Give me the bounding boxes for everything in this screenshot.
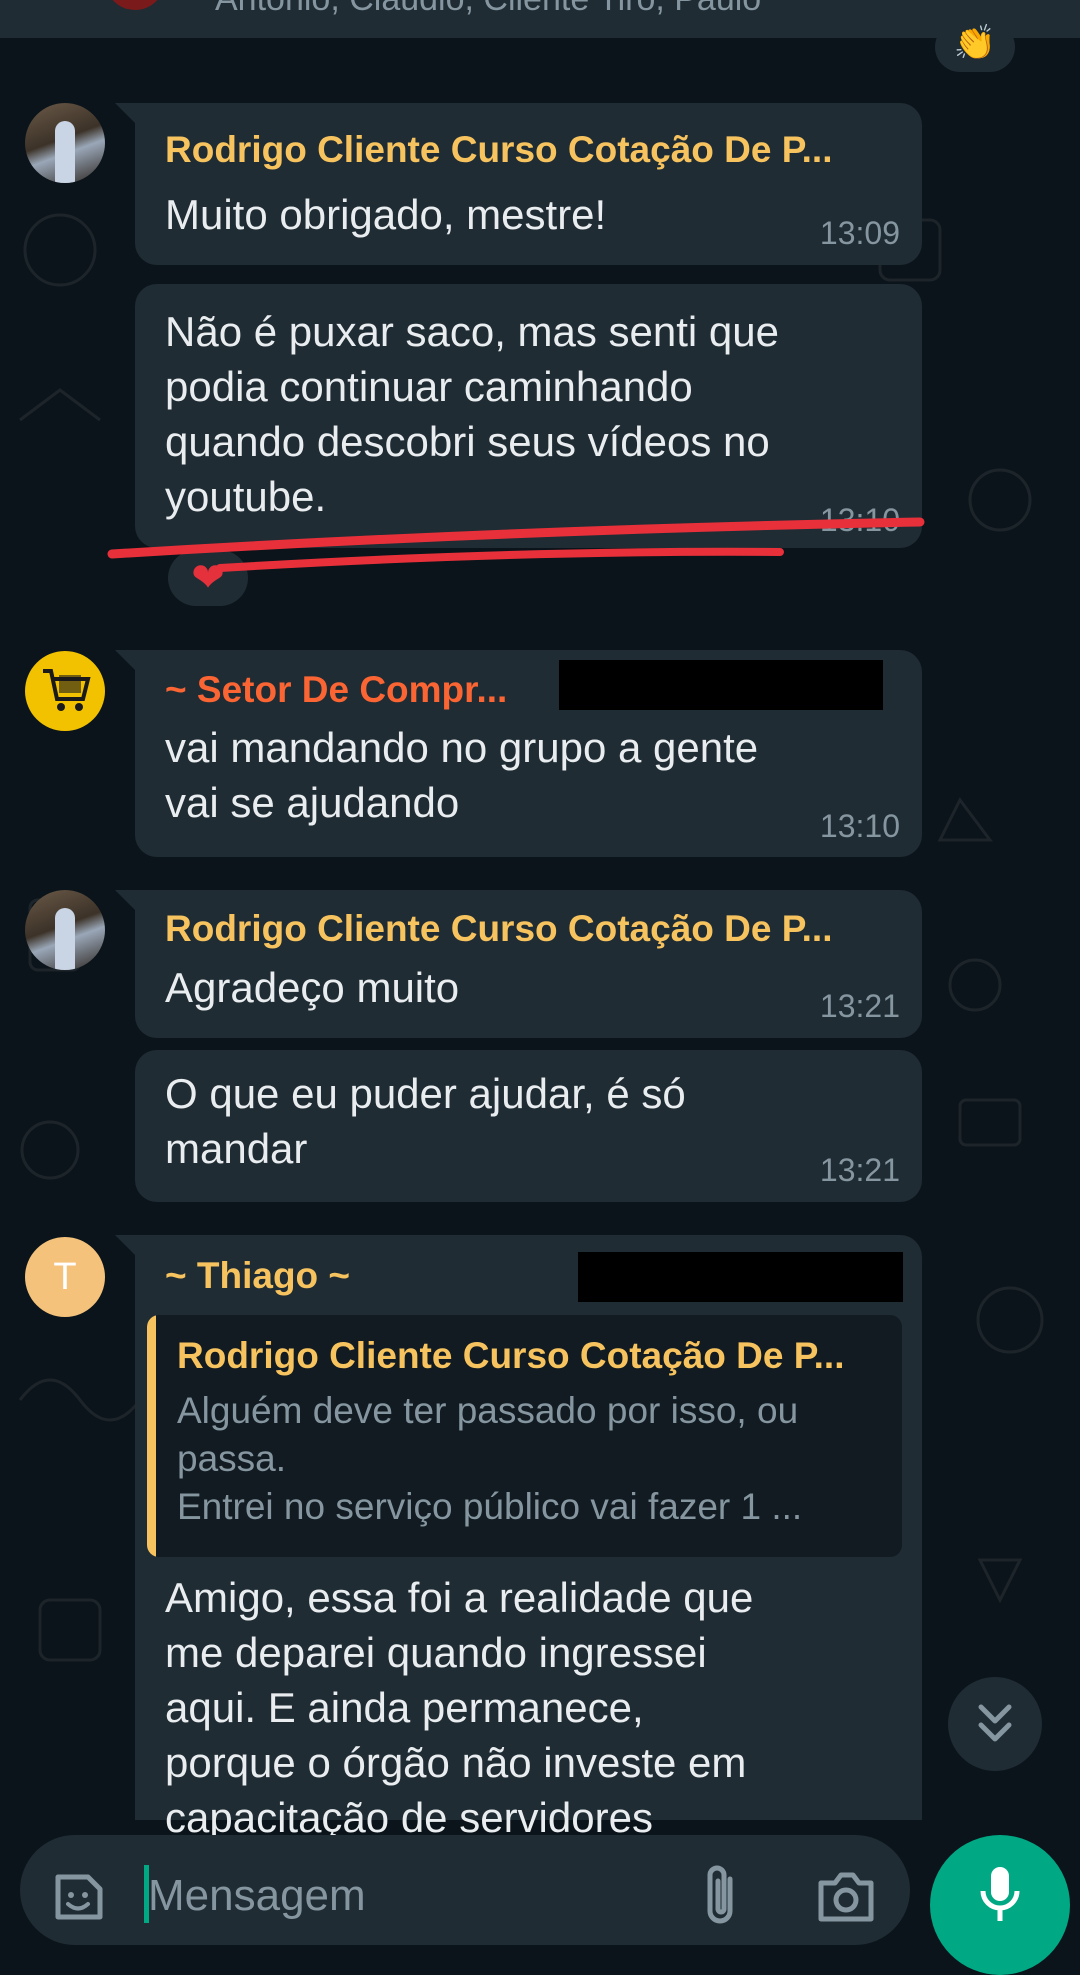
message-bubble[interactable]: ~ Thiago ~ Rodrigo Cliente Curso Cotação… xyxy=(115,1235,922,1841)
message-text: Agradeço muito xyxy=(165,964,460,1011)
message-time: 13:21 xyxy=(819,988,900,1024)
message-text: Amigo, essa foi a realidade que me depar… xyxy=(165,1574,754,1841)
clap-emoji-icon: 👏 xyxy=(953,24,997,62)
message-time: 13:21 xyxy=(819,1152,900,1188)
redacted-phone xyxy=(559,660,883,710)
message-time: 13:09 xyxy=(819,215,900,251)
camera-icon[interactable] xyxy=(815,1869,877,1925)
avatar-thiago[interactable]: T xyxy=(25,1237,105,1317)
scroll-down-icon xyxy=(978,1704,1012,1742)
sender-name[interactable]: Rodrigo Cliente Curso Cotação De P... xyxy=(165,129,832,171)
message-bubble[interactable]: ~ Setor De Compr... vai mandando no grup… xyxy=(115,650,922,857)
sender-name[interactable]: ~ Setor De Compr... xyxy=(165,669,507,711)
quoted-message[interactable]: Rodrigo Cliente Curso Cotação De P... Al… xyxy=(147,1315,902,1557)
emoji-sticker-icon[interactable] xyxy=(50,1869,106,1925)
message-text: Não é puxar saco, mas senti que podia co… xyxy=(165,308,780,520)
avatar-setor-de-compras[interactable] xyxy=(25,651,105,731)
red-underline-annotation xyxy=(107,517,925,572)
avatar-rodrigo[interactable] xyxy=(25,103,105,183)
quote-bar xyxy=(147,1315,156,1557)
quoted-sender: Rodrigo Cliente Curso Cotação De P... xyxy=(177,1335,845,1376)
group-avatar[interactable] xyxy=(105,0,165,10)
avatar-photo xyxy=(55,121,75,183)
mic-icon xyxy=(980,1867,1020,1921)
cart-logo-icon xyxy=(43,669,91,711)
message-input[interactable]: Mensagem xyxy=(148,1871,366,1921)
message-text: O que eu puder ajudar, é só mandar xyxy=(165,1070,686,1172)
avatar-photo xyxy=(55,908,75,970)
message-time: 13:10 xyxy=(819,808,900,844)
message-composer[interactable]: Mensagem xyxy=(20,1835,910,1945)
group-members: Antonio, Claudio, Cliente Tiro, Paulo xyxy=(215,0,761,19)
message-bubble[interactable]: Rodrigo Cliente Curso Cotação De P... Ag… xyxy=(115,890,922,1038)
message-text: vai mandando no grupo a gente vai se aju… xyxy=(165,724,759,826)
message-bubble[interactable]: O que eu puder ajudar, é só mandar 13:21 xyxy=(135,1050,922,1202)
redacted-phone xyxy=(578,1252,903,1302)
avatar-rodrigo[interactable] xyxy=(25,890,105,970)
voice-record-button[interactable] xyxy=(930,1835,1070,1975)
sender-name[interactable]: Rodrigo Cliente Curso Cotação De P... xyxy=(165,908,832,950)
reaction-chip[interactable]: 👏 xyxy=(935,22,1015,72)
sender-name[interactable]: ~ Thiago ~ xyxy=(165,1255,350,1297)
message-bubble[interactable]: Rodrigo Cliente Curso Cotação De P... Mu… xyxy=(115,103,922,265)
message-bubble[interactable]: Não é puxar saco, mas senti que podia co… xyxy=(135,284,922,548)
scroll-to-bottom-button[interactable] xyxy=(948,1677,1042,1771)
quoted-text: Alguém deve ter passado por isso, ou pas… xyxy=(177,1390,803,1527)
message-text: Muito obrigado, mestre! xyxy=(165,191,607,238)
attach-icon[interactable] xyxy=(700,1865,744,1929)
group-header[interactable]: Antonio, Claudio, Cliente Tiro, Paulo xyxy=(0,0,1080,38)
